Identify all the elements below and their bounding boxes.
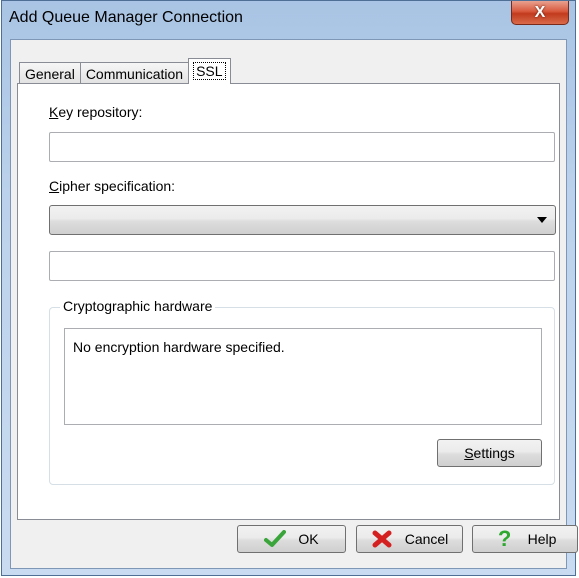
tab-general[interactable]: General bbox=[19, 62, 81, 84]
ok-button[interactable]: OK bbox=[237, 525, 346, 553]
checkmark-icon bbox=[264, 529, 287, 549]
settings-button[interactable]: Settings bbox=[437, 439, 542, 467]
dropdown-arrow-icon bbox=[537, 217, 547, 223]
tab-strip: General Communication SSL bbox=[19, 58, 231, 84]
crypto-hardware-text: No encryption hardware specified. bbox=[73, 339, 285, 355]
cryptographic-hardware-group: Cryptographic hardware No encryption har… bbox=[49, 298, 555, 485]
tab-ssl[interactable]: SSL bbox=[188, 58, 231, 84]
close-button[interactable]: X bbox=[511, 1, 569, 25]
dialog-window: Add Queue Manager Connection X General C… bbox=[1, 0, 578, 576]
cryptographic-hardware-label: Cryptographic hardware bbox=[60, 298, 216, 314]
close-icon: X bbox=[534, 3, 546, 21]
ssl-tab-panel: Key repository: Cipher specification: Cr… bbox=[17, 83, 560, 520]
title-bar[interactable]: Add Queue Manager Connection X bbox=[2, 1, 575, 39]
crypto-hardware-display: No encryption hardware specified. bbox=[64, 328, 542, 425]
tab-communication[interactable]: Communication bbox=[79, 62, 190, 84]
cancel-button[interactable]: Cancel bbox=[356, 525, 463, 553]
question-icon: ? bbox=[497, 526, 512, 551]
cipher-specification-label: Cipher specification: bbox=[49, 178, 176, 194]
cipher-specification-dropdown[interactable] bbox=[49, 205, 556, 235]
dialog-client-area: General Communication SSL Key repository… bbox=[10, 39, 578, 569]
key-repository-label: Key repository: bbox=[49, 104, 143, 120]
cross-icon bbox=[371, 529, 393, 549]
window-title: Add Queue Manager Connection bbox=[9, 9, 243, 26]
cipher-spec-text-input[interactable] bbox=[49, 251, 555, 281]
key-repository-input[interactable] bbox=[49, 132, 555, 162]
help-button[interactable]: ? Help bbox=[472, 525, 578, 553]
